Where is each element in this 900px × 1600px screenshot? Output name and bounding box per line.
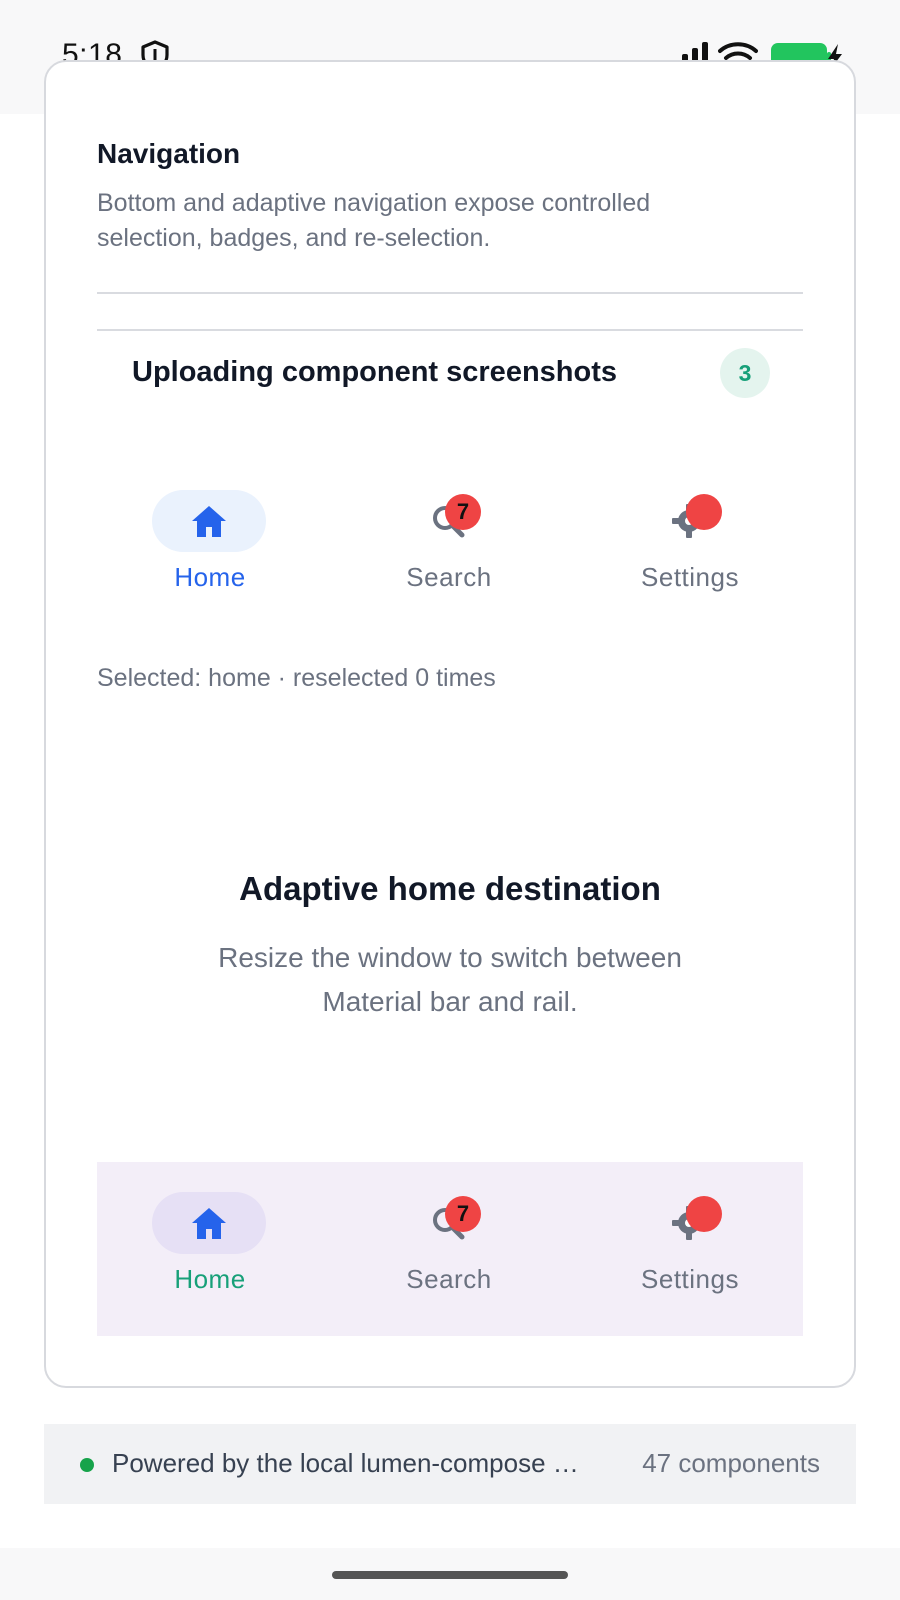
footer-text: Powered by the local lumen-compose … — [112, 1448, 579, 1478]
notification-badge: 7 — [445, 494, 481, 530]
bottom-nav-search[interactable]: 7 Search — [369, 1192, 539, 1302]
bottom-nav-home[interactable]: Home — [130, 1192, 300, 1302]
nav-label: Settings — [641, 562, 739, 592]
nav-label: Home — [174, 562, 246, 592]
home-icon — [192, 506, 226, 537]
section-description: Bottom and adaptive navigation expose co… — [97, 189, 651, 252]
upload-count-badge: 3 — [720, 348, 770, 398]
bottom-nav-settings[interactable]: Settings — [610, 1192, 780, 1302]
selection-status: Selected: home · reselected 0 times — [97, 664, 496, 692]
home-icon — [192, 1208, 226, 1239]
top-nav-settings[interactable]: Settings — [610, 490, 780, 600]
upload-title: Uploading component screenshots — [132, 356, 617, 388]
top-nav-search[interactable]: 7 Search — [369, 490, 539, 600]
nav-label: Settings — [641, 1264, 739, 1294]
nav-label: Search — [406, 562, 492, 592]
footer-status: Powered by the local lumen-compose … 47 … — [44, 1424, 856, 1504]
home-indicator[interactable] — [332, 1571, 568, 1579]
component-count: 47 components — [642, 1448, 820, 1478]
adaptive-description: Resize the window to switch between Mate… — [218, 942, 682, 1017]
notification-dot — [686, 494, 722, 530]
nav-label: Search — [406, 1264, 492, 1294]
divider — [97, 329, 803, 331]
section-title: Navigation — [97, 138, 241, 169]
adaptive-title: Adaptive home destination — [239, 870, 661, 907]
status-dot — [80, 1458, 94, 1472]
divider — [97, 292, 803, 294]
nav-label: Home — [174, 1264, 246, 1294]
notification-badge: 7 — [445, 1196, 481, 1232]
top-nav-home[interactable]: Home — [130, 490, 300, 600]
notification-dot — [686, 1196, 722, 1232]
